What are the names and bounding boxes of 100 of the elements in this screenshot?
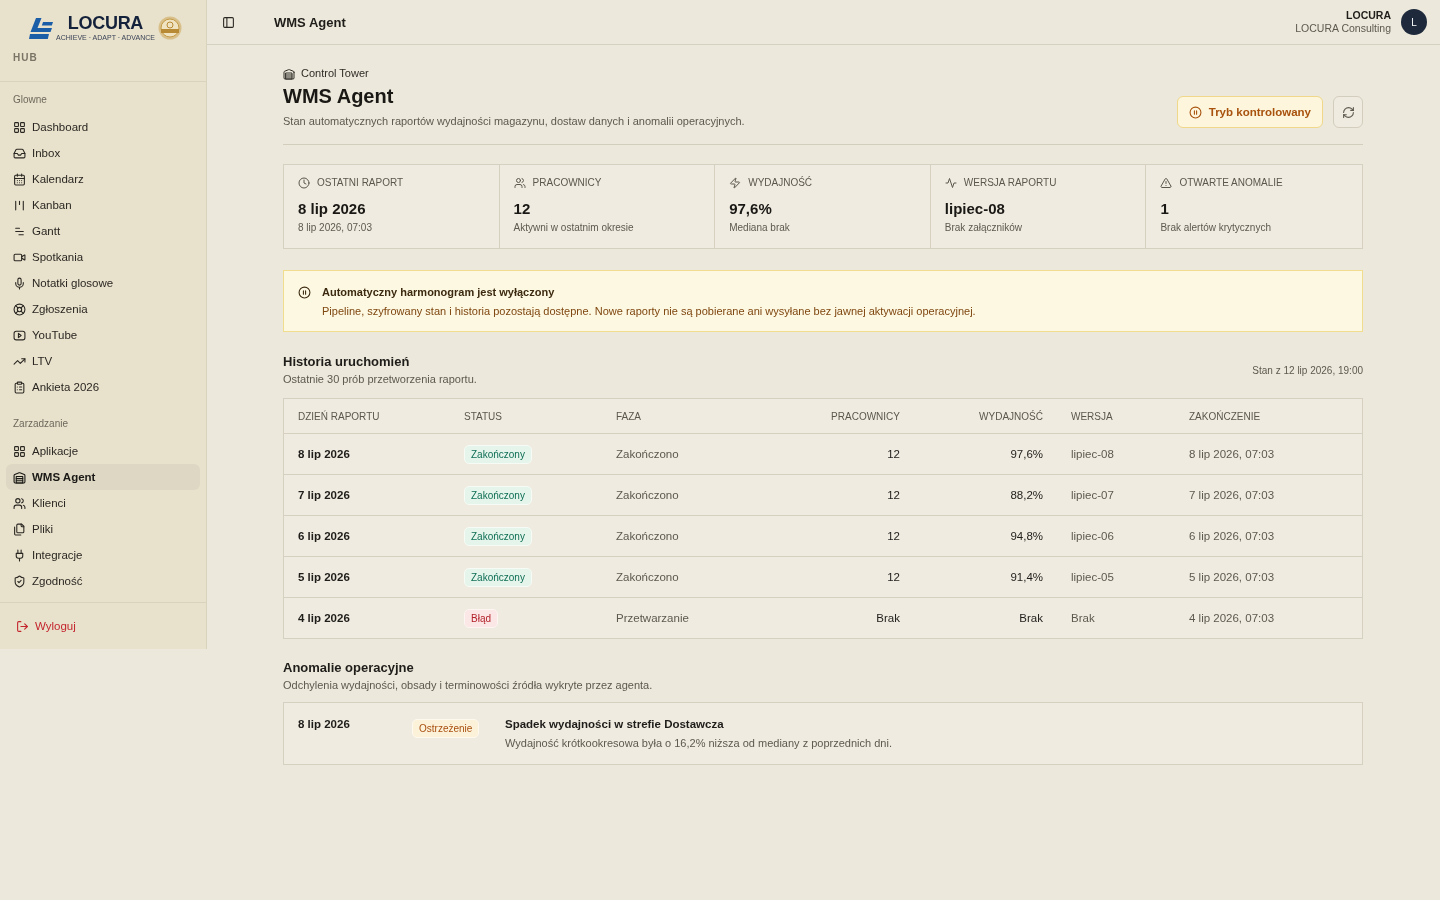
table-cell-text: 4 lip 2026: [297, 612, 351, 624]
mode-button[interactable]: Tryb kontrolowany: [1176, 96, 1323, 128]
logout-link[interactable]: Wyloguj: [10, 615, 82, 637]
timestamp: Stan z 12 lip 2026, 19:00: [1252, 364, 1363, 376]
table-cell-text: Zakończono: [615, 571, 680, 583]
column-header: DZIEŃ RAPORTU: [297, 410, 381, 422]
nav-item[interactable]: YouTube: [6, 322, 200, 348]
subtitle: Stan automatycznych raportów wydajności magazynu, dostaw danych i anomalii operacyjnych.: [283, 114, 745, 128]
users-icon: [13, 496, 26, 510]
nav-item[interactable]: Gantt: [6, 218, 200, 244]
table-cell-text: 12: [886, 530, 901, 542]
table-cell-text: Brak: [1070, 612, 1096, 624]
grid-icon: [13, 120, 26, 134]
nav-item[interactable]: Pliki: [6, 516, 200, 542]
nav-item[interactable]: Zgodność: [6, 568, 200, 594]
column-header: FAZA: [615, 410, 642, 422]
user-organization: LOCURA Consulting: [1295, 22, 1391, 35]
anomaly-title: Spadek wydajności w strefie Dostawcza: [505, 717, 725, 731]
nav-item[interactable]: LTV: [6, 348, 200, 374]
table-cell-text: Brak: [1018, 612, 1044, 624]
nav-item[interactable]: Klienci: [6, 490, 200, 516]
table-cell-text: 91,4%: [1009, 571, 1044, 583]
table-cell-text: 6 lip 2026, 07:03: [1188, 530, 1276, 542]
nav-item[interactable]: Notatki glosowe: [6, 270, 200, 296]
nav-item[interactable]: Zgłoszenia: [6, 296, 200, 322]
hub-label: HUB: [13, 52, 38, 64]
status-badge: Zakończony: [464, 444, 532, 464]
shield-check-icon: [13, 574, 26, 588]
nav-section-title: Glowne: [12, 93, 48, 107]
table-cell-text: 12: [886, 448, 901, 460]
anomaly-text: Wydajność krótkookresowa była o 16,2% niższa od mediany z poprzednich dni.: [505, 736, 893, 750]
status-badge: Zakończony: [464, 485, 532, 505]
stat-label: OTWARTE ANOMALIE: [1179, 177, 1283, 189]
column-header: PRACOWNICY: [830, 410, 901, 422]
table-cell-text: 94,8%: [1009, 530, 1044, 542]
table-cell-text: 8 lip 2026: [297, 448, 351, 460]
section-title: Historia uruchomień: [283, 354, 411, 370]
column-header: WERSJA: [1070, 410, 1114, 422]
status-badge: Zakończony: [464, 567, 532, 587]
nav-section-title: Zarzadzanie: [12, 417, 70, 431]
table-cell-text: Przetwarzanie: [615, 612, 690, 624]
table-cell-text: 5 lip 2026: [297, 571, 351, 583]
section-subtitle: Ostatnie 30 prób przetworzenia raportu.: [283, 372, 477, 386]
nav-item[interactable]: Kalendarz: [6, 166, 200, 192]
clipboard-icon: [13, 380, 26, 394]
nav-item[interactable]: Kanban: [6, 192, 200, 218]
life-buoy-icon: [13, 302, 26, 316]
table-cell-text: Zakończono: [615, 489, 680, 501]
table-cell-text: 12: [886, 571, 901, 583]
heading: WMS Agent: [283, 84, 395, 108]
nav-item[interactable]: WMS Agent: [6, 464, 200, 490]
section-title: Anomalie operacyjne: [283, 660, 415, 676]
nav-item[interactable]: Ankieta 2026: [6, 374, 200, 400]
stat-value: 12: [513, 199, 531, 219]
stat-label: WERSJA RAPORTU: [963, 177, 1057, 189]
stat-note: 8 lip 2026, 07:03: [298, 222, 372, 234]
user-avatar[interactable]: L: [1401, 9, 1427, 35]
table-cell-text: lipiec-08: [1070, 448, 1115, 460]
status-badge: Zakończony: [464, 526, 532, 546]
stat-note: Mediana brak: [729, 222, 790, 234]
column-header: STATUS: [463, 410, 503, 422]
nav-item[interactable]: Dashboard: [6, 114, 200, 140]
column-header: ZAKOŃCZENIE: [1188, 410, 1262, 422]
table-cell-text: 5 lip 2026, 07:03: [1188, 571, 1276, 583]
section-subtitle: Odchylenia wydajności, obsady i terminowości źródła wykryte przez agenta.: [283, 678, 653, 692]
grid-icon: [13, 444, 26, 458]
inbox-icon: [13, 146, 26, 160]
stat-note: Brak załączników: [944, 222, 1023, 234]
nav-item[interactable]: Spotkania: [6, 244, 200, 270]
stat-value: 8 lip 2026: [298, 199, 366, 219]
stat-label: OSTATNI RAPORT: [317, 177, 404, 189]
warehouse-icon: [283, 67, 295, 80]
warehouse-icon: [13, 470, 26, 484]
anomaly-date: 8 lip 2026: [298, 717, 350, 732]
nav-item[interactable]: Integracje: [6, 542, 200, 568]
lightning-icon: [729, 177, 742, 189]
warning-icon: [1160, 177, 1173, 189]
pause-icon: [1188, 105, 1202, 119]
nav-item[interactable]: Inbox: [6, 140, 200, 166]
table-cell-text: Zakończono: [615, 530, 680, 542]
logo-mark-icon: [29, 17, 53, 39]
table-cell-text: 97,6%: [1009, 448, 1044, 460]
refresh-button[interactable]: [1333, 96, 1363, 128]
calendar-icon: [13, 172, 26, 186]
table-cell-text: 7 lip 2026: [297, 489, 351, 501]
stat-value: 97,6%: [729, 199, 772, 219]
table-cell-text: lipiec-05: [1070, 571, 1115, 583]
page-title: WMS Agent: [274, 14, 346, 30]
columns-icon: [13, 198, 26, 212]
stat-label: WYDAJNOŚĆ: [748, 177, 813, 189]
table-cell-text: 88,2%: [1009, 489, 1044, 501]
table-cell-text: 7 lip 2026, 07:03: [1188, 489, 1276, 501]
files-icon: [13, 522, 26, 536]
stat-value: 1: [1160, 199, 1169, 219]
pulse-icon: [944, 177, 957, 189]
logout-icon: [16, 619, 29, 633]
nav-item[interactable]: Aplikacje: [6, 438, 200, 464]
stat-note: Brak alertów krytycznych: [1160, 222, 1271, 234]
stat-note: Aktywni w ostatnim okresie: [513, 222, 634, 234]
notice-title: Automatyczny harmonogram jest wyłączony: [322, 285, 556, 299]
